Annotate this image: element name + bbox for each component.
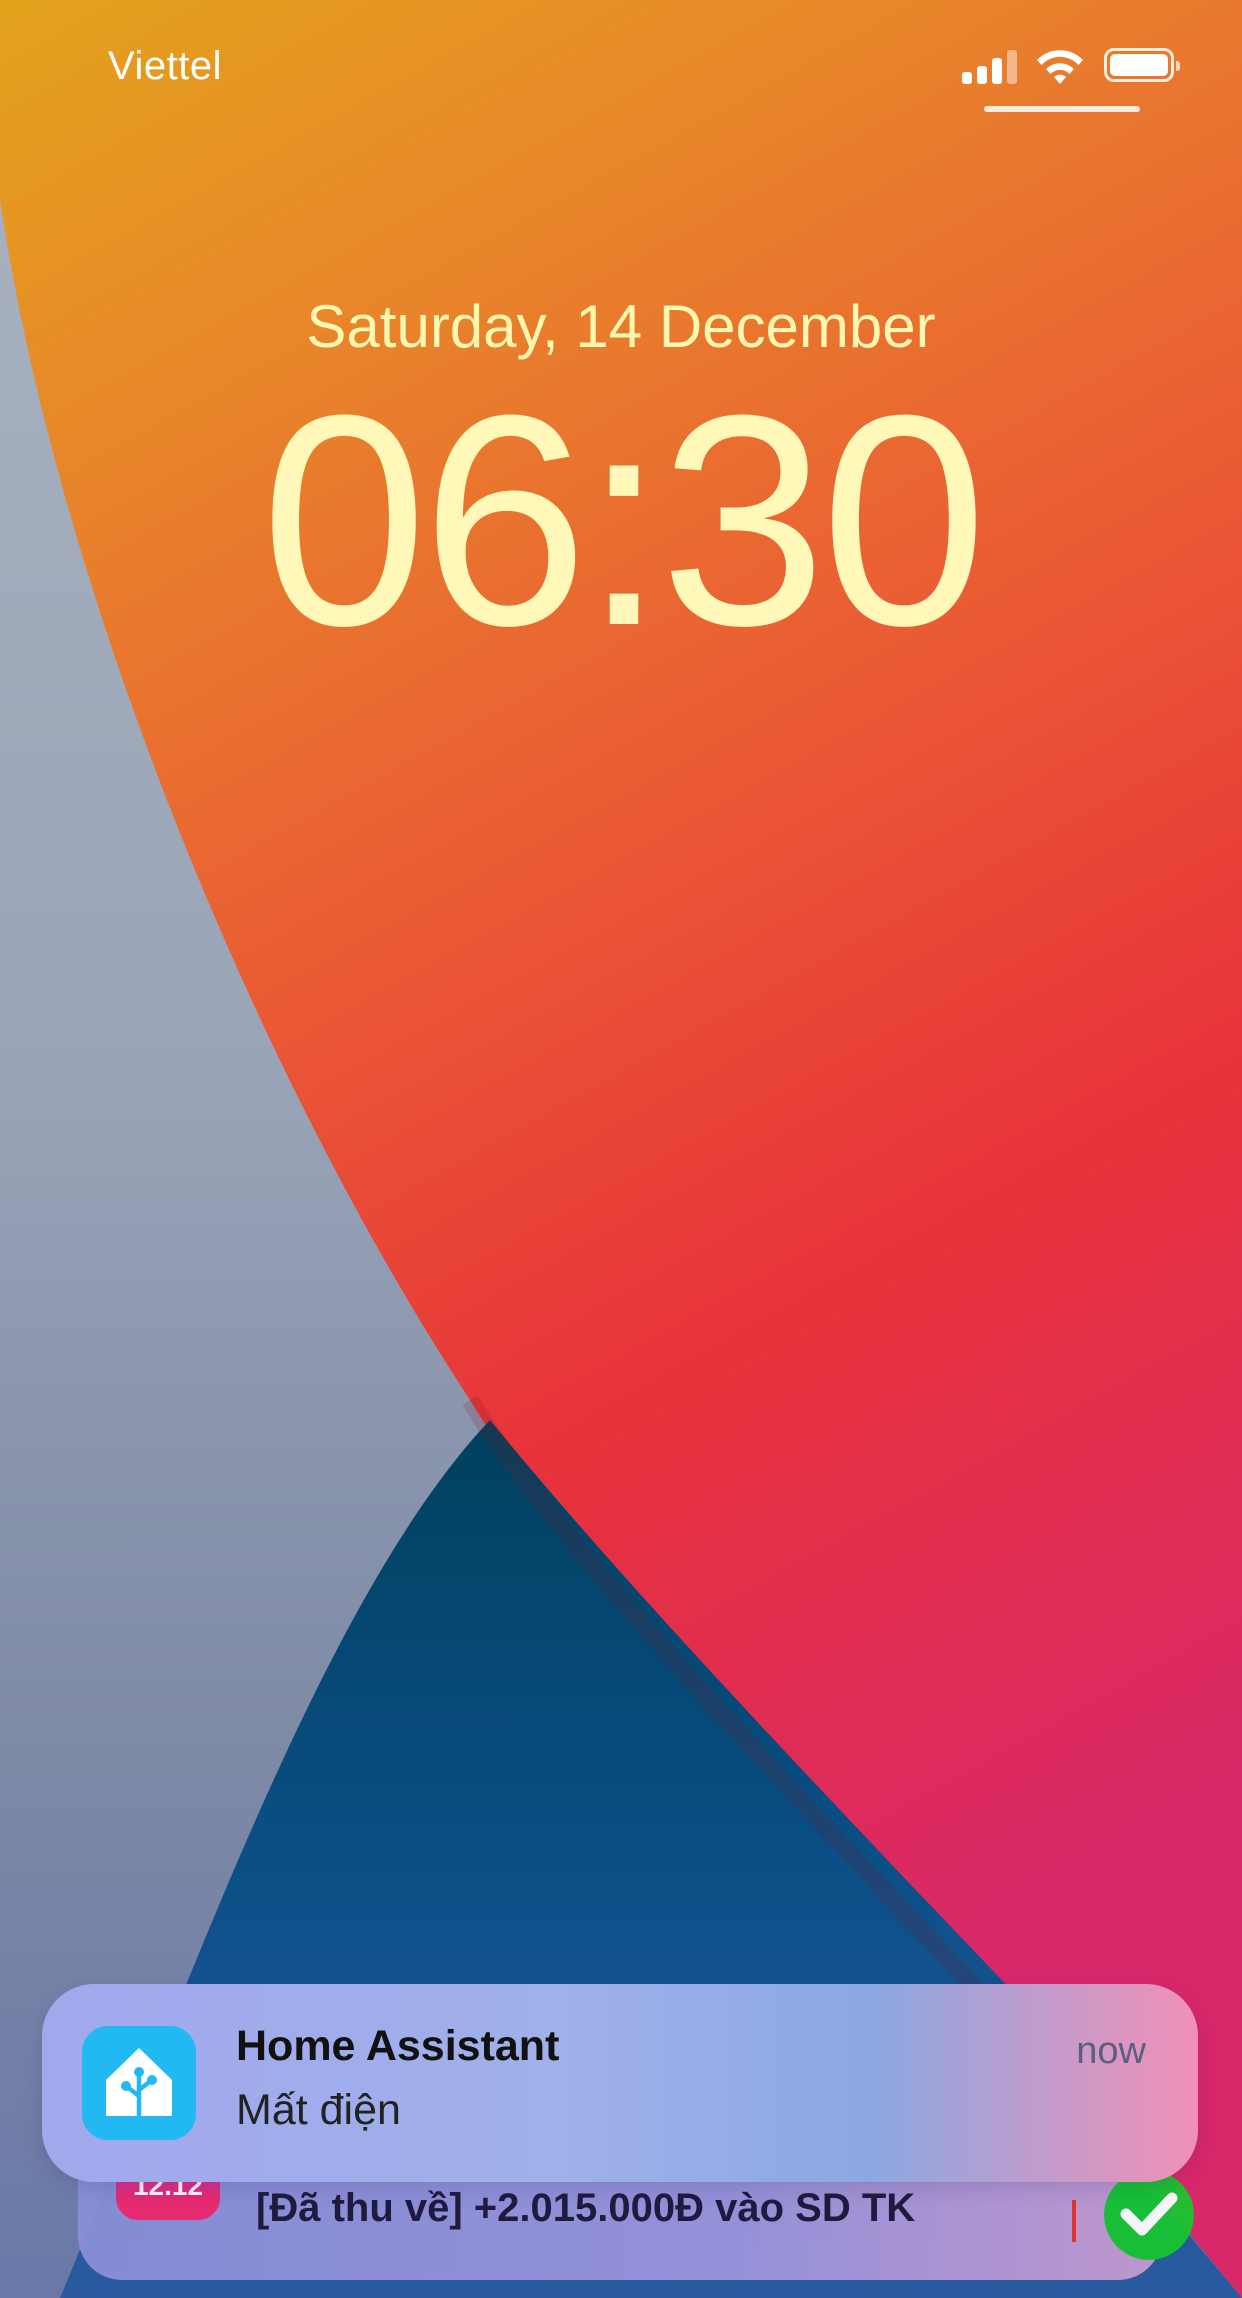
notification-title: Home Assistant [236, 2022, 560, 2070]
notification-home-assistant[interactable]: Home Assistant Mất điện now [42, 1984, 1198, 2182]
battery-icon [1104, 48, 1180, 82]
lock-clock: 06:30 [260, 352, 988, 688]
battery-level [1110, 54, 1168, 76]
notification-message: [Đã thu về] +2.015.000Đ vào SD TK [256, 2186, 916, 2230]
status-icons [962, 48, 1180, 88]
red-marker [1072, 2200, 1076, 2242]
lock-screen: Viettel Saturday, 14 December 06:30 12.1… [0, 0, 1242, 2298]
notification-message: Mất điện [236, 2086, 401, 2134]
lock-date: Saturday, 14 December [306, 293, 936, 360]
carrier-label: Viettel [108, 44, 222, 88]
control-center-indicator[interactable] [984, 106, 1140, 112]
notification-time: now [1076, 2030, 1146, 2072]
checkmark-icon [1104, 2170, 1194, 2260]
home-assistant-icon [82, 2026, 196, 2140]
cellular-signal-icon [962, 48, 1018, 88]
wifi-icon [1037, 50, 1083, 84]
